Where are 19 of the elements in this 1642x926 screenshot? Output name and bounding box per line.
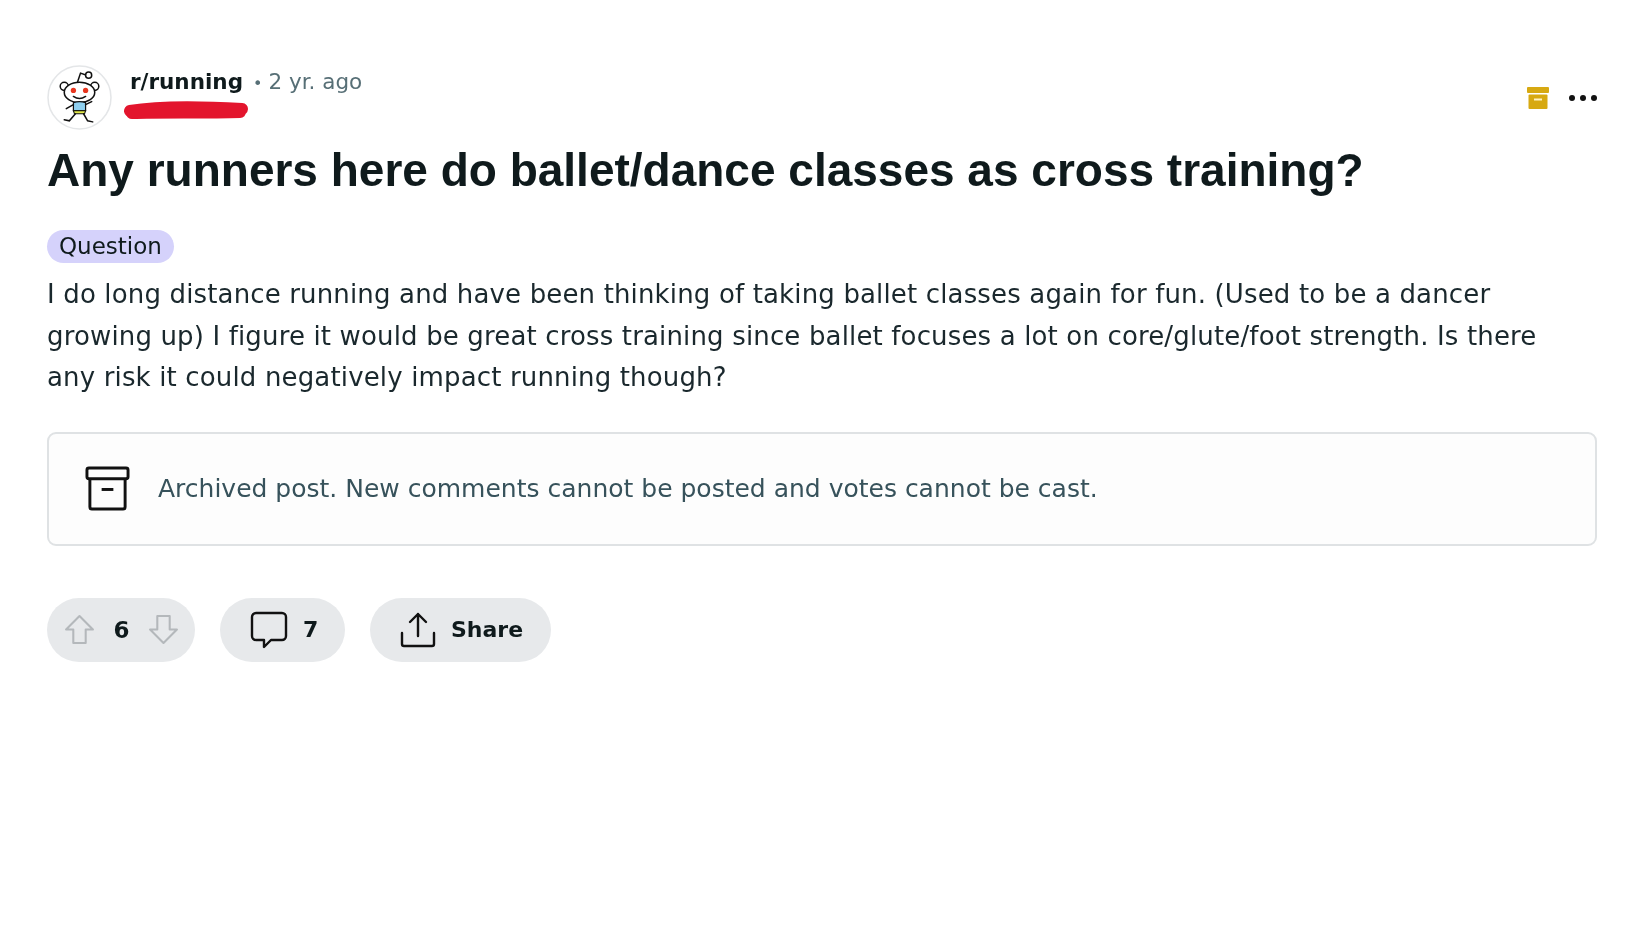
down-arrow-icon xyxy=(148,614,179,645)
share-button[interactable]: Share xyxy=(370,597,551,662)
redaction-scribble-icon xyxy=(123,100,249,120)
share-icon xyxy=(399,610,437,649)
subreddit-avatar-icon xyxy=(47,65,112,130)
post-age: 2 yr. ago xyxy=(268,68,363,96)
vote-count: 6 xyxy=(113,616,130,643)
subreddit-link[interactable]: r/running xyxy=(130,68,244,96)
post-body: I do long distance running and have been thinking of taking ballet classes again for fun. (Used to be a dancer growing up) I figure it would be great cross training since ballet focuses a lot on core/glute/foot strength. Is there any risk it could negatively impact running though? xyxy=(47,278,1538,394)
more-options-button[interactable] xyxy=(1569,94,1597,101)
ellipsis-icon xyxy=(1569,94,1597,101)
comments-button[interactable]: 7 xyxy=(220,597,345,662)
up-arrow-icon xyxy=(64,614,95,645)
speech-bubble-icon xyxy=(250,610,288,649)
archive-box-icon xyxy=(85,466,130,511)
archived-notice-text: Archived post. New comments cannot be posted and votes cannot be cast. xyxy=(158,474,1098,503)
separator-dot: • xyxy=(253,73,263,95)
post-title: Any runners here do ballet/dance classes as cross training? xyxy=(47,145,1365,195)
flair-tag[interactable]: Question xyxy=(47,230,174,263)
